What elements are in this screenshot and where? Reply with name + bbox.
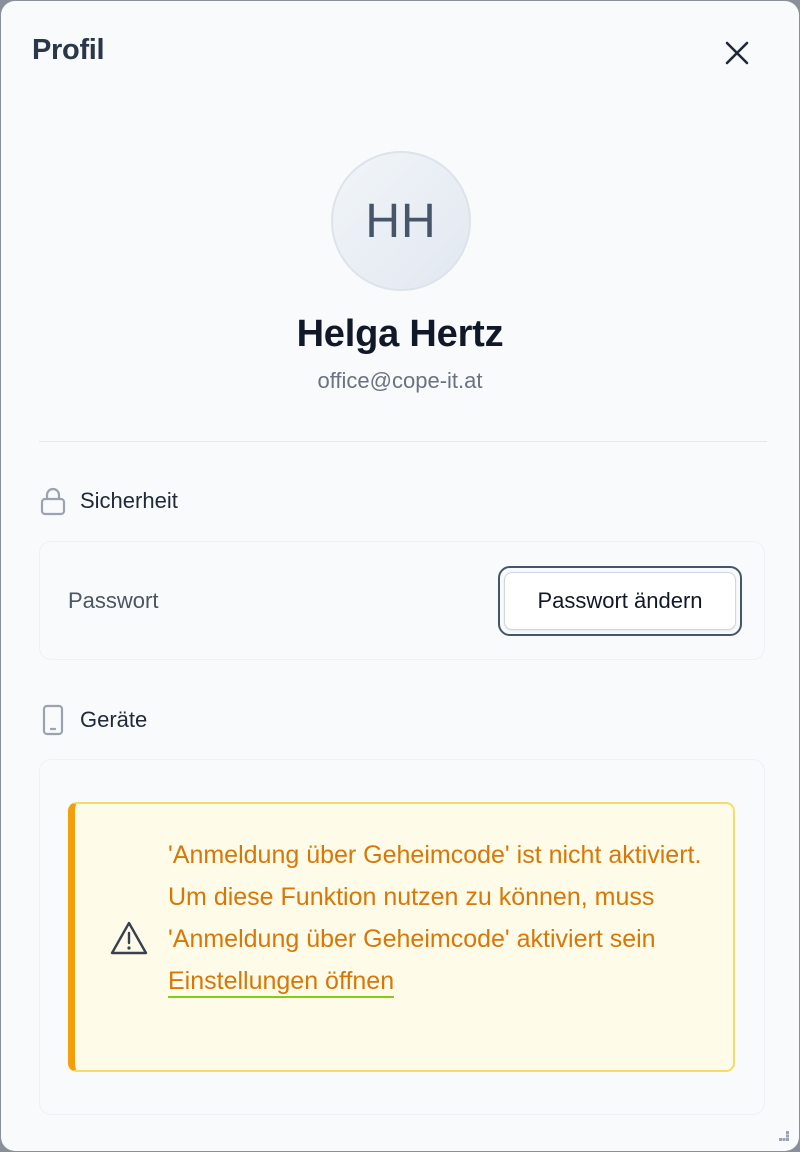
divider	[39, 441, 767, 442]
user-name: Helga Hertz	[296, 313, 504, 355]
avatar: HH	[331, 151, 471, 291]
resize-grip-icon[interactable]	[777, 1129, 791, 1143]
password-label: Passwort	[68, 588, 159, 613]
warning-icon	[109, 920, 149, 956]
devices-section-heading: Geräte	[39, 704, 147, 736]
dialog-title: Profil	[32, 34, 105, 66]
phone-icon	[39, 704, 67, 736]
change-password-button[interactable]: Passwort ändern	[498, 566, 742, 636]
dialog-header: Profil	[1, 1, 799, 105]
security-heading-label: Sicherheit	[80, 488, 178, 513]
close-icon	[725, 41, 749, 65]
open-settings-link[interactable]: Einstellungen öffnen	[168, 967, 395, 998]
devices-heading-label: Geräte	[80, 707, 148, 732]
close-button[interactable]	[717, 33, 757, 73]
password-card: Passwort Passwort ändern	[39, 541, 765, 660]
devices-card: 'Anmeldung über Geheimcode' ist nicht ak…	[39, 759, 765, 1115]
security-section-heading: Sicherheit	[39, 485, 178, 517]
warning-alert: 'Anmeldung über Geheimcode' ist nicht ak…	[68, 802, 735, 1072]
change-password-button-label: Passwort ändern	[504, 572, 736, 630]
profile-dialog: Profil HH Helga Hertz office@cope-it.at …	[1, 1, 799, 1151]
lock-icon	[39, 485, 67, 517]
user-email: office@cope-it.at	[317, 368, 483, 393]
warning-message: 'Anmeldung über Geheimcode' ist nicht ak…	[168, 834, 713, 1002]
warning-message-text: 'Anmeldung über Geheimcode' ist nicht ak…	[168, 841, 702, 953]
